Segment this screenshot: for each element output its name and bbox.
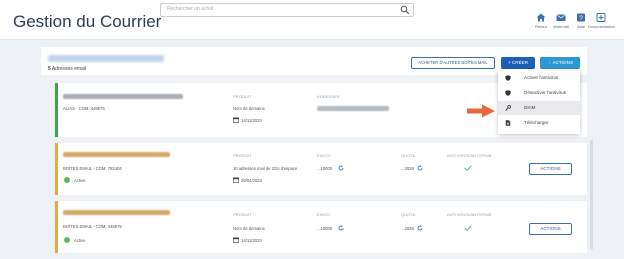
column-label-envoi: ENVOI [317, 153, 330, 158]
pointer-arrow-icon [467, 104, 495, 118]
column-label-produit: PRODUIT [233, 153, 252, 158]
menu-item-label: Activer l'antivirus [524, 75, 559, 80]
product-value: Nom de domaine [233, 226, 265, 231]
row-actions-button[interactable]: ACTIONS [529, 163, 572, 175]
quota-value: ...2028 [401, 166, 414, 171]
menu-item-disable-antivirus[interactable]: Désactiver l'antivirus [498, 86, 580, 100]
search-icon[interactable] [400, 5, 410, 15]
card-type: BOÎTES EMAIL - COM: 448575 [63, 224, 122, 229]
column-label-antivirus: ANTIVIRUS/ANTISPAM [447, 212, 492, 217]
mailbox-address-redacted [63, 210, 170, 215]
buy-mailboxes-button[interactable]: ACHETER D'AUTRES BOÎTES MAIL [411, 57, 495, 69]
nav-documentation-label: Documentation [588, 24, 615, 29]
refresh-icon[interactable] [417, 225, 423, 231]
shield-icon [505, 90, 511, 96]
nav-documentation[interactable]: Documentation [588, 13, 615, 29]
column-label-quota: QUOTA [401, 212, 416, 217]
menu-item-dkim[interactable]: DKIM [498, 101, 580, 115]
row-actions-button[interactable]: ACTIONS [529, 223, 572, 235]
menu-item-label: Désactiver l'antivirus [524, 90, 566, 95]
mailbox-card-2: BOÎTES EMAIL - COM: 448575 Active PRODUI… [55, 201, 587, 253]
email-count-label: Adresses email [51, 66, 87, 72]
card-accent-bar [55, 143, 58, 195]
status-active-dot [64, 177, 70, 183]
top-bar: Gestion du Courrier Rechercher un achat … [0, 0, 624, 40]
card-type: BOÎTES EMAIL - COM: 782404 [63, 166, 122, 171]
mailbox-address-redacted [63, 152, 170, 157]
menu-item-label: DKIM [524, 105, 536, 110]
refresh-icon[interactable] [338, 225, 344, 231]
create-button[interactable]: + CRÉER [501, 57, 535, 69]
product-value: Nom de domaine [233, 106, 265, 111]
envoi-value: ...10000 [317, 166, 333, 171]
column-label-envoi: ENVOI [317, 212, 330, 217]
check-icon [464, 225, 472, 231]
quota-value: ...2028 [401, 226, 414, 231]
column-label-adresses: ADRESSES [317, 94, 340, 99]
column-label-produit: PRODUIT [233, 212, 252, 217]
home-icon [536, 13, 546, 22]
column-label-quota: QUOTA [401, 153, 416, 158]
mail-icon [556, 14, 566, 21]
documentation-icon [596, 13, 606, 22]
refresh-icon[interactable] [417, 165, 423, 171]
calendar-icon [233, 177, 239, 183]
calendar-icon [233, 117, 239, 123]
email-address-count: 5 Adresses email [48, 66, 86, 72]
card-accent-bar [55, 83, 58, 137]
card-accent-bar [55, 201, 58, 253]
product-value: 10 adresses mail de 2Go d'espace [233, 166, 298, 171]
card-date: 14/11/2023 [241, 118, 262, 123]
column-label-antivirus: ANTIVIRUS/ANTISPAM [447, 153, 492, 158]
email-count-value: 5 [48, 66, 51, 72]
search-field[interactable]: Rechercher un achat [160, 3, 414, 17]
refresh-icon[interactable] [338, 165, 344, 171]
calendar-icon [233, 237, 239, 243]
card-date: 14/11/2023 [241, 238, 262, 243]
check-icon [464, 165, 472, 171]
alias-address-redacted [63, 94, 183, 99]
alias-targets-redacted [317, 106, 389, 111]
status-active-dot [64, 237, 70, 243]
card-date: 28/04/2023 [241, 178, 262, 183]
card-type: ALIAS - COM: 448575 [63, 106, 105, 111]
menu-item-download[interactable]: Télécharger [498, 116, 580, 130]
search-input[interactable]: Rechercher un achat [167, 6, 213, 12]
status-text: Active [74, 238, 86, 243]
actions-menu-button[interactable]: ⋮ ACTIONS [540, 57, 580, 69]
key-icon [505, 105, 511, 111]
download-icon [505, 120, 511, 126]
domain-name-redacted [48, 55, 164, 62]
shield-icon [505, 75, 511, 81]
svg-text:?: ? [579, 15, 583, 22]
envoi-value: ...10000 [317, 226, 333, 231]
mailbox-card-1: BOÎTES EMAIL - COM: 782404 Active PRODUI… [55, 143, 587, 195]
actions-dropdown-menu: Activer l'antivirus Désactiver l'antivir… [498, 69, 580, 134]
status-text: Active [74, 178, 86, 183]
app-title: Gestion du Courrier [13, 12, 162, 31]
column-label-produit: PRODUIT [233, 94, 252, 99]
scrollbar[interactable] [590, 140, 593, 250]
help-icon: ? [577, 13, 585, 22]
menu-item-label: Télécharger [524, 120, 549, 125]
menu-item-enable-antivirus[interactable]: Activer l'antivirus [498, 71, 580, 85]
